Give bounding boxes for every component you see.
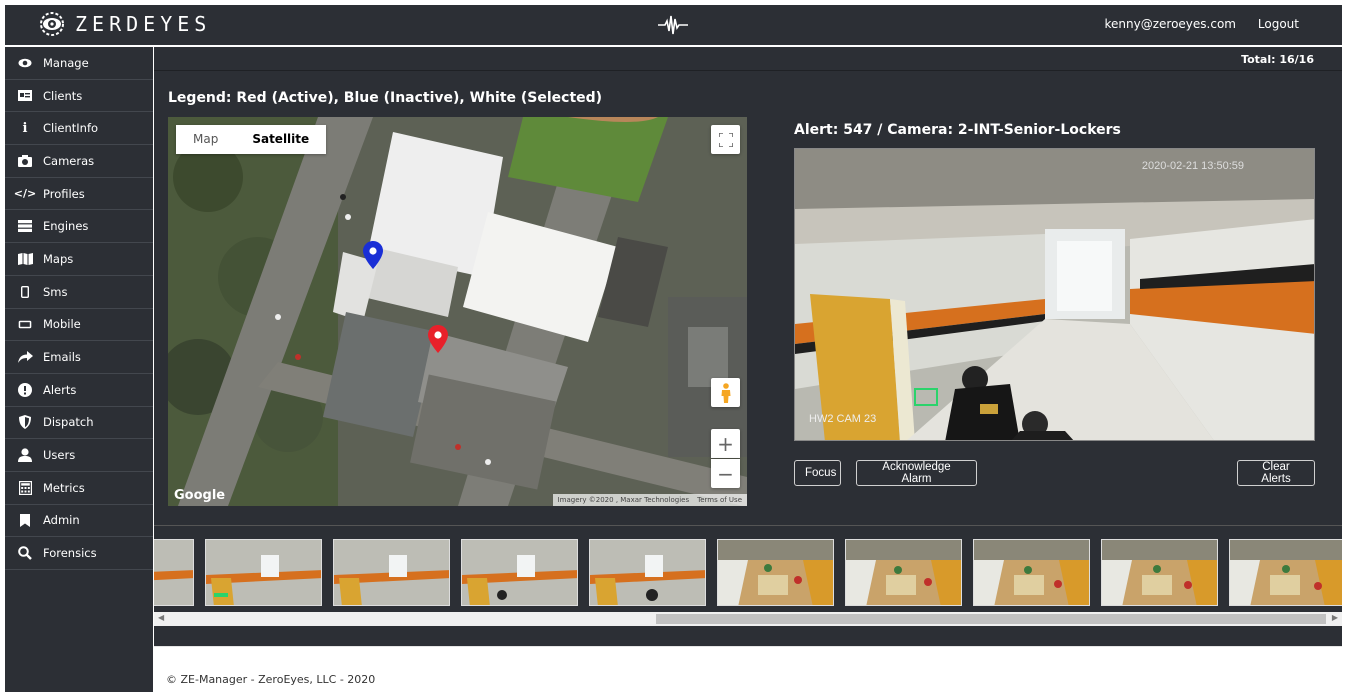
street-view-button[interactable]: [711, 378, 740, 407]
strip-divider: [154, 525, 1342, 526]
brand-name: ZERDEYES: [75, 12, 212, 36]
sidebar-item-manage[interactable]: Manage: [5, 47, 153, 80]
user-icon: [17, 447, 33, 463]
active-camera-marker[interactable]: [428, 325, 448, 353]
alert-thumbnail[interactable]: [1101, 539, 1218, 606]
alert-thumbnail[interactable]: [1229, 539, 1342, 606]
sidebar-item-users[interactable]: Users: [5, 439, 153, 472]
thumbnail-image: [590, 540, 705, 605]
map-imagery: [168, 117, 747, 506]
camera-icon: [17, 153, 33, 169]
sidebar-item-profiles[interactable]: </> Profiles: [5, 178, 153, 211]
footer-copyright: © ZE-Manager - ZeroEyes, LLC - 2020: [166, 673, 376, 686]
fullscreen-button[interactable]: [711, 125, 740, 154]
camera-timestamp: 2020-02-21 13:50:59: [1141, 160, 1244, 172]
server-icon: [17, 218, 33, 234]
exclamation-circle-icon: [17, 382, 33, 398]
tab-map[interactable]: Map: [176, 125, 235, 154]
scrollbar-thumb[interactable]: [656, 614, 1326, 624]
thumbnail-image: [462, 540, 577, 605]
eye-logo-icon: [40, 12, 64, 36]
bookmark-icon: [17, 512, 33, 528]
map-legend: Legend: Red (Active), Blue (Inactive), W…: [168, 90, 603, 106]
thumbnail-image: [1102, 540, 1217, 605]
sidebar-item-dispatch[interactable]: Dispatch: [5, 407, 153, 440]
sidebar-item-cameras[interactable]: Cameras: [5, 145, 153, 178]
sidebar-item-admin[interactable]: Admin: [5, 505, 153, 538]
main-panel: Total: 16/16 Legend: Red (Active), Blue …: [154, 47, 1342, 692]
acknowledge-alarm-button[interactable]: Acknowledge Alarm: [856, 460, 977, 486]
top-bar: ZERDEYES kenny@zeroeyes.com Logout: [5, 5, 1342, 45]
sidebar-item-clientinfo[interactable]: i ClientInfo: [5, 112, 153, 146]
heartbeat-icon: [658, 15, 688, 35]
fullscreen-icon: [718, 132, 733, 147]
alert-title: Alert: 547 / Camera: 2-INT-Senior-Locker…: [794, 122, 1121, 138]
map-type-tabs: Map Satellite: [176, 125, 327, 154]
sidebar-nav: Manage Clients i ClientInfo Cameras </> …: [5, 47, 153, 692]
code-icon: </>: [13, 187, 37, 201]
sidebar-item-sms[interactable]: Sms: [5, 276, 153, 309]
inactive-camera-marker[interactable]: [363, 241, 383, 269]
zoom-out-button[interactable]: −: [711, 459, 740, 488]
alert-thumbnail[interactable]: [333, 539, 450, 606]
scroll-right-arrow[interactable]: ▶: [1332, 613, 1338, 622]
logout-link[interactable]: Logout: [1258, 17, 1299, 31]
thumbnail-image: [206, 540, 321, 605]
thumbnail-image: [154, 540, 193, 605]
search-icon: [17, 545, 33, 561]
scroll-left-arrow[interactable]: ◀: [158, 613, 164, 622]
phone-icon: [17, 284, 33, 300]
tablet-icon: [17, 316, 33, 332]
total-count: Total: 16/16: [1241, 53, 1314, 66]
alert-thumbnail[interactable]: [205, 539, 322, 606]
alert-thumbnail[interactable]: [845, 539, 962, 606]
google-logo: Google: [174, 488, 226, 503]
sidebar-item-engines[interactable]: Engines: [5, 210, 153, 244]
imagery-credit: Imagery ©2020 , Maxar Technologies: [557, 496, 690, 504]
alert-thumbnail-strip: [154, 539, 1342, 607]
alert-thumbnail[interactable]: [717, 539, 834, 606]
sidebar-item-forensics[interactable]: Forensics: [5, 537, 153, 570]
map-attribution: Imagery ©2020 , Maxar Technologies Terms…: [552, 494, 747, 506]
total-bar: Total: 16/16: [154, 47, 1342, 71]
alert-thumbnail[interactable]: [973, 539, 1090, 606]
thumbnail-image: [974, 540, 1089, 605]
thumbnail-image: [718, 540, 833, 605]
zoom-in-button[interactable]: +: [711, 429, 740, 458]
alert-thumbnail[interactable]: [154, 539, 194, 606]
sidebar-item-metrics[interactable]: Metrics: [5, 472, 153, 505]
share-arrow-icon: [17, 349, 33, 365]
camera-frame-image: [795, 149, 1314, 440]
satellite-map[interactable]: Map Satellite + − Google Imagery ©2020 ,…: [168, 117, 747, 506]
thumbnail-image: [846, 540, 961, 605]
thumbnail-scrollbar[interactable]: ◀ ▶: [154, 612, 1342, 626]
pegman-icon: [721, 382, 730, 403]
sidebar-item-maps[interactable]: Maps: [5, 243, 153, 276]
id-card-icon: [17, 88, 33, 104]
footer: © ZE-Manager - ZeroEyes, LLC - 2020: [154, 646, 1342, 692]
brand-logo[interactable]: ZERDEYES: [35, 11, 211, 37]
thumbnail-image: [334, 540, 449, 605]
camera-label: HW2 CAM 23: [809, 413, 877, 425]
sidebar-item-emails[interactable]: Emails: [5, 341, 153, 374]
shield-icon: [17, 414, 33, 430]
calculator-icon: [17, 480, 33, 496]
alert-thumbnail[interactable]: [589, 539, 706, 606]
eye-icon: [17, 55, 33, 71]
sidebar-item-alerts[interactable]: Alerts: [5, 374, 153, 407]
info-icon: i: [22, 120, 28, 136]
map-icon: [17, 251, 33, 267]
camera-feed[interactable]: 2020-02-21 13:50:59 HW2 CAM 23: [794, 148, 1315, 441]
thumbnail-image: [1230, 540, 1342, 605]
alert-thumbnail[interactable]: [461, 539, 578, 606]
sidebar-item-clients[interactable]: Clients: [5, 80, 153, 113]
clear-alerts-button[interactable]: Clear Alerts: [1237, 460, 1315, 486]
focus-button[interactable]: Focus: [794, 460, 841, 486]
terms-of-use-link[interactable]: Terms of Use: [697, 494, 742, 506]
tab-satellite[interactable]: Satellite: [235, 125, 326, 154]
sidebar-item-mobile[interactable]: Mobile: [5, 309, 153, 342]
user-email: kenny@zeroeyes.com: [1104, 17, 1236, 31]
